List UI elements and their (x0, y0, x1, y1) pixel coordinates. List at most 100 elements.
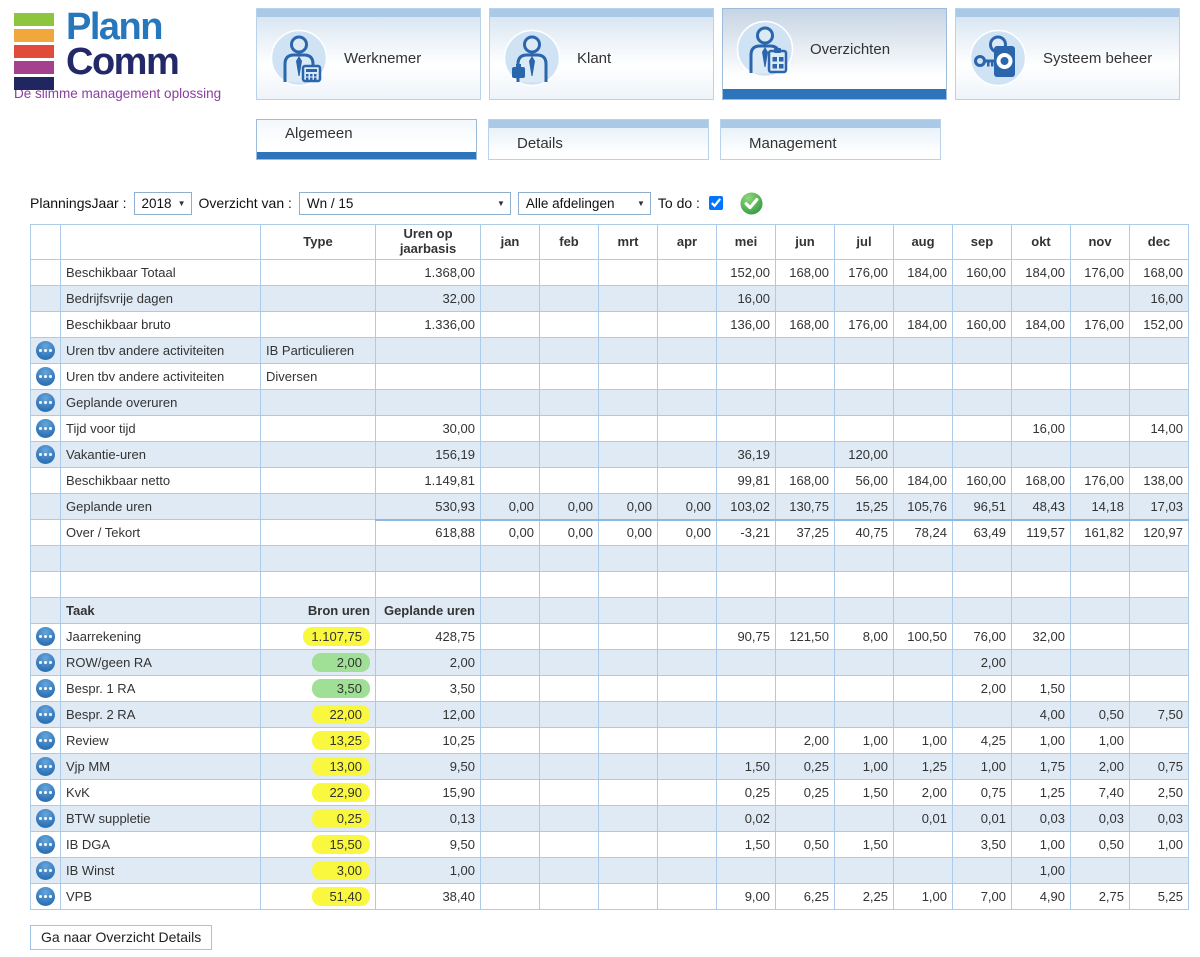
month-value-cell (540, 416, 599, 442)
logo-title-plann: Plann (66, 10, 252, 44)
empty-cell (1012, 572, 1071, 598)
nav-button-klant[interactable]: Klant (489, 8, 714, 100)
month-value-cell: 1,00 (1012, 858, 1071, 884)
row-actions-icon[interactable] (36, 835, 55, 854)
month-value-cell (894, 390, 953, 416)
empty-cell (481, 572, 540, 598)
month-value-cell (540, 624, 599, 650)
row-actions-icon[interactable] (36, 809, 55, 828)
table-row: Geplande overuren (31, 390, 1189, 416)
month-value-cell (658, 858, 717, 884)
month-value-cell (481, 754, 540, 780)
row-actions-icon[interactable] (36, 783, 55, 802)
afdeling-select[interactable]: Alle afdelingen ▼ (518, 192, 651, 215)
todo-checkbox[interactable] (709, 196, 723, 210)
tab-details[interactable]: Details (488, 119, 709, 160)
month-value-cell (835, 650, 894, 676)
month-value-cell (599, 338, 658, 364)
month-value-cell (540, 442, 599, 468)
row-label: Over / Tekort (61, 520, 261, 546)
month-value-cell: 2,75 (1071, 884, 1130, 910)
confirm-icon[interactable] (740, 192, 763, 215)
header-icon-col (31, 225, 61, 260)
month-value-cell (835, 364, 894, 390)
filter-bar: PlanningsJaar : 2018 ▼ Overzicht van : W… (30, 190, 763, 216)
nav-button-label: Systeem beheer (1043, 50, 1152, 67)
month-value-cell (481, 728, 540, 754)
month-value-cell: 2,50 (1130, 780, 1189, 806)
month-value-cell: 119,57 (1012, 520, 1071, 546)
empty-cell (540, 546, 599, 572)
bron-uren-cell: 13,25 (261, 728, 376, 754)
row-actions-icon[interactable] (36, 419, 55, 438)
month-value-cell: 0,00 (599, 494, 658, 520)
header-month-jan: jan (481, 225, 540, 260)
month-value-cell: 138,00 (1130, 468, 1189, 494)
month-value-cell (776, 390, 835, 416)
month-value-cell (658, 286, 717, 312)
row-actions-icon[interactable] (36, 367, 55, 386)
overzicht-van-select[interactable]: Wn / 15 ▼ (299, 192, 511, 215)
tab-management[interactable]: Management (720, 119, 941, 160)
row-actions-icon[interactable] (36, 679, 55, 698)
month-value-cell (894, 650, 953, 676)
month-value-cell (1130, 624, 1189, 650)
bron-uren-badge: 13,00 (312, 757, 370, 776)
month-value-cell (894, 416, 953, 442)
month-value-cell: 2,25 (835, 884, 894, 910)
month-value-cell: 0,25 (776, 754, 835, 780)
bron-uren-cell: 1.107,75 (261, 624, 376, 650)
month-value-cell (835, 806, 894, 832)
month-value-cell (776, 650, 835, 676)
tab-algemeen[interactable]: Algemeen (256, 119, 477, 160)
nav-button-systeem-beheer[interactable]: Systeem beheer (955, 8, 1180, 100)
row-actions-icon[interactable] (36, 653, 55, 672)
month-value-cell: 0,02 (717, 806, 776, 832)
geplande-uren-cell: 15,90 (376, 780, 481, 806)
month-value-cell: 176,00 (1071, 312, 1130, 338)
row-actions-icon[interactable] (36, 393, 55, 412)
month-value-cell (1071, 364, 1130, 390)
row-actions-icon[interactable] (36, 757, 55, 776)
row-actions-icon[interactable] (36, 705, 55, 724)
task-row: Review13,2510,252,001,001,004,251,001,00 (31, 728, 1189, 754)
geplande-uren-cell: 9,50 (376, 832, 481, 858)
task-header-row: TaakBron urenGeplande uren (31, 598, 1189, 624)
nav-button-werknemer[interactable]: Werknemer (256, 8, 481, 100)
row-actions-icon[interactable] (36, 445, 55, 464)
empty-cell (776, 598, 835, 624)
row-label: Tijd voor tijd (61, 416, 261, 442)
row-actions-icon[interactable] (36, 341, 55, 360)
planningsjaar-select[interactable]: 2018 ▼ (134, 192, 192, 215)
month-value-cell (599, 858, 658, 884)
month-value-cell (776, 364, 835, 390)
row-label: Beschikbaar netto (61, 468, 261, 494)
month-value-cell: 184,00 (894, 312, 953, 338)
row-actions-cell (31, 624, 61, 650)
empty-cell (1071, 546, 1130, 572)
row-actions-icon[interactable] (36, 861, 55, 880)
month-value-cell: 1,25 (1012, 780, 1071, 806)
month-value-cell (658, 260, 717, 286)
empty-cell (261, 546, 376, 572)
row-label: Uren tbv andere activiteiten (61, 338, 261, 364)
month-value-cell (599, 390, 658, 416)
month-value-cell (894, 676, 953, 702)
year-value-cell: 1.336,00 (376, 312, 481, 338)
nav-button-overzichten[interactable]: Overzichten (722, 8, 947, 100)
row-actions-icon[interactable] (36, 627, 55, 646)
month-value-cell: 32,00 (1012, 624, 1071, 650)
row-actions-icon[interactable] (36, 731, 55, 750)
month-value-cell (717, 390, 776, 416)
row-actions-icon[interactable] (36, 887, 55, 906)
month-value-cell: 176,00 (835, 312, 894, 338)
month-value-cell (481, 832, 540, 858)
month-value-cell (481, 624, 540, 650)
month-value-cell: 8,00 (835, 624, 894, 650)
geplande-uren-cell: 428,75 (376, 624, 481, 650)
month-value-cell (776, 442, 835, 468)
empty-cell (1130, 572, 1189, 598)
month-value-cell (481, 364, 540, 390)
row-actions-cell (31, 780, 61, 806)
details-button[interactable]: Ga naar Overzicht Details (30, 925, 212, 950)
